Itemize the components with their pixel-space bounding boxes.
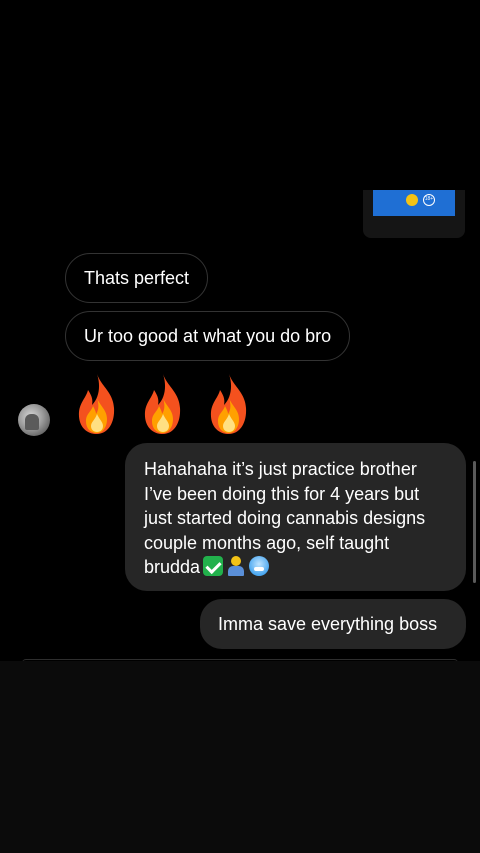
sent-message[interactable]: Hahahaha it’s just practice brother I’ve… [125, 443, 466, 591]
shrug-emoji [226, 556, 246, 576]
avatar-figure [25, 414, 39, 430]
shared-image-message[interactable]: 18+ [363, 190, 465, 238]
received-message[interactable]: Ur too good at what you do bro [65, 311, 351, 361]
bottom-panel [0, 661, 480, 853]
fire-emoji [210, 374, 247, 434]
cold-face-emoji [249, 556, 270, 576]
sent-message-text: Hahahaha it’s just practice brother I’ve… [144, 459, 426, 577]
shared-image-badge: 18+ [423, 194, 435, 206]
scrollbar[interactable] [473, 461, 476, 583]
fire-emoji [144, 374, 181, 434]
shared-image-face-icon [406, 194, 418, 206]
sender-avatar[interactable] [18, 404, 50, 436]
sent-message[interactable]: Imma save everything boss [200, 599, 466, 649]
shared-image-preview: 18+ [373, 190, 455, 216]
received-emoji-message[interactable] [72, 372, 254, 438]
fire-emoji [78, 374, 115, 434]
check-mark-emoji [203, 556, 224, 576]
received-message[interactable]: Thats perfect [65, 253, 209, 303]
message-thread[interactable]: 18+ Thats perfect Ur too good at what yo… [0, 0, 480, 853]
